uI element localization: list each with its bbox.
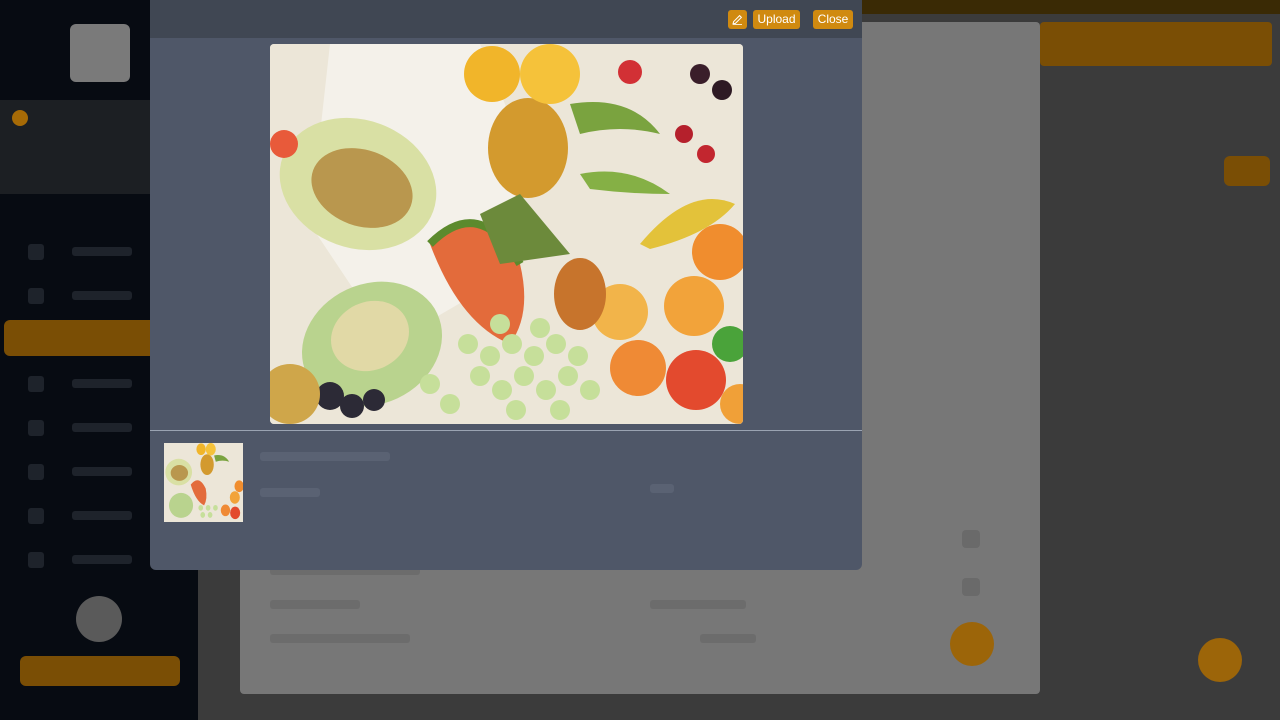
notice-icon xyxy=(12,110,28,126)
panel-fab-button[interactable] xyxy=(950,622,994,666)
sidebar-action-button[interactable] xyxy=(20,656,180,686)
fruit-thumbnail xyxy=(164,443,243,522)
image-preview xyxy=(270,44,743,424)
nav-icon xyxy=(28,420,44,436)
modal-header: Upload Close xyxy=(150,0,862,38)
filter-button[interactable] xyxy=(1224,156,1270,186)
nav-icon xyxy=(28,464,44,480)
app-logo xyxy=(70,24,130,82)
nav-icon xyxy=(28,244,44,260)
pencil-icon xyxy=(732,14,743,25)
image-thumbnail[interactable] xyxy=(164,443,243,522)
fruit-photo xyxy=(270,44,743,424)
nav-icon xyxy=(28,508,44,524)
avatar[interactable] xyxy=(76,596,122,642)
header-action-bar[interactable] xyxy=(1040,22,1272,66)
upload-button[interactable]: Upload xyxy=(753,10,800,29)
close-button[interactable]: Close xyxy=(813,10,853,29)
modal-divider xyxy=(150,430,862,431)
nav-icon xyxy=(28,288,44,304)
floating-action-button[interactable] xyxy=(1198,638,1242,682)
nav-icon xyxy=(28,376,44,392)
nav-icon xyxy=(28,552,44,568)
option-checkbox[interactable] xyxy=(962,578,980,596)
option-checkbox[interactable] xyxy=(962,530,980,548)
edit-button[interactable] xyxy=(728,10,747,29)
image-preview-modal: Upload Close xyxy=(150,0,862,570)
